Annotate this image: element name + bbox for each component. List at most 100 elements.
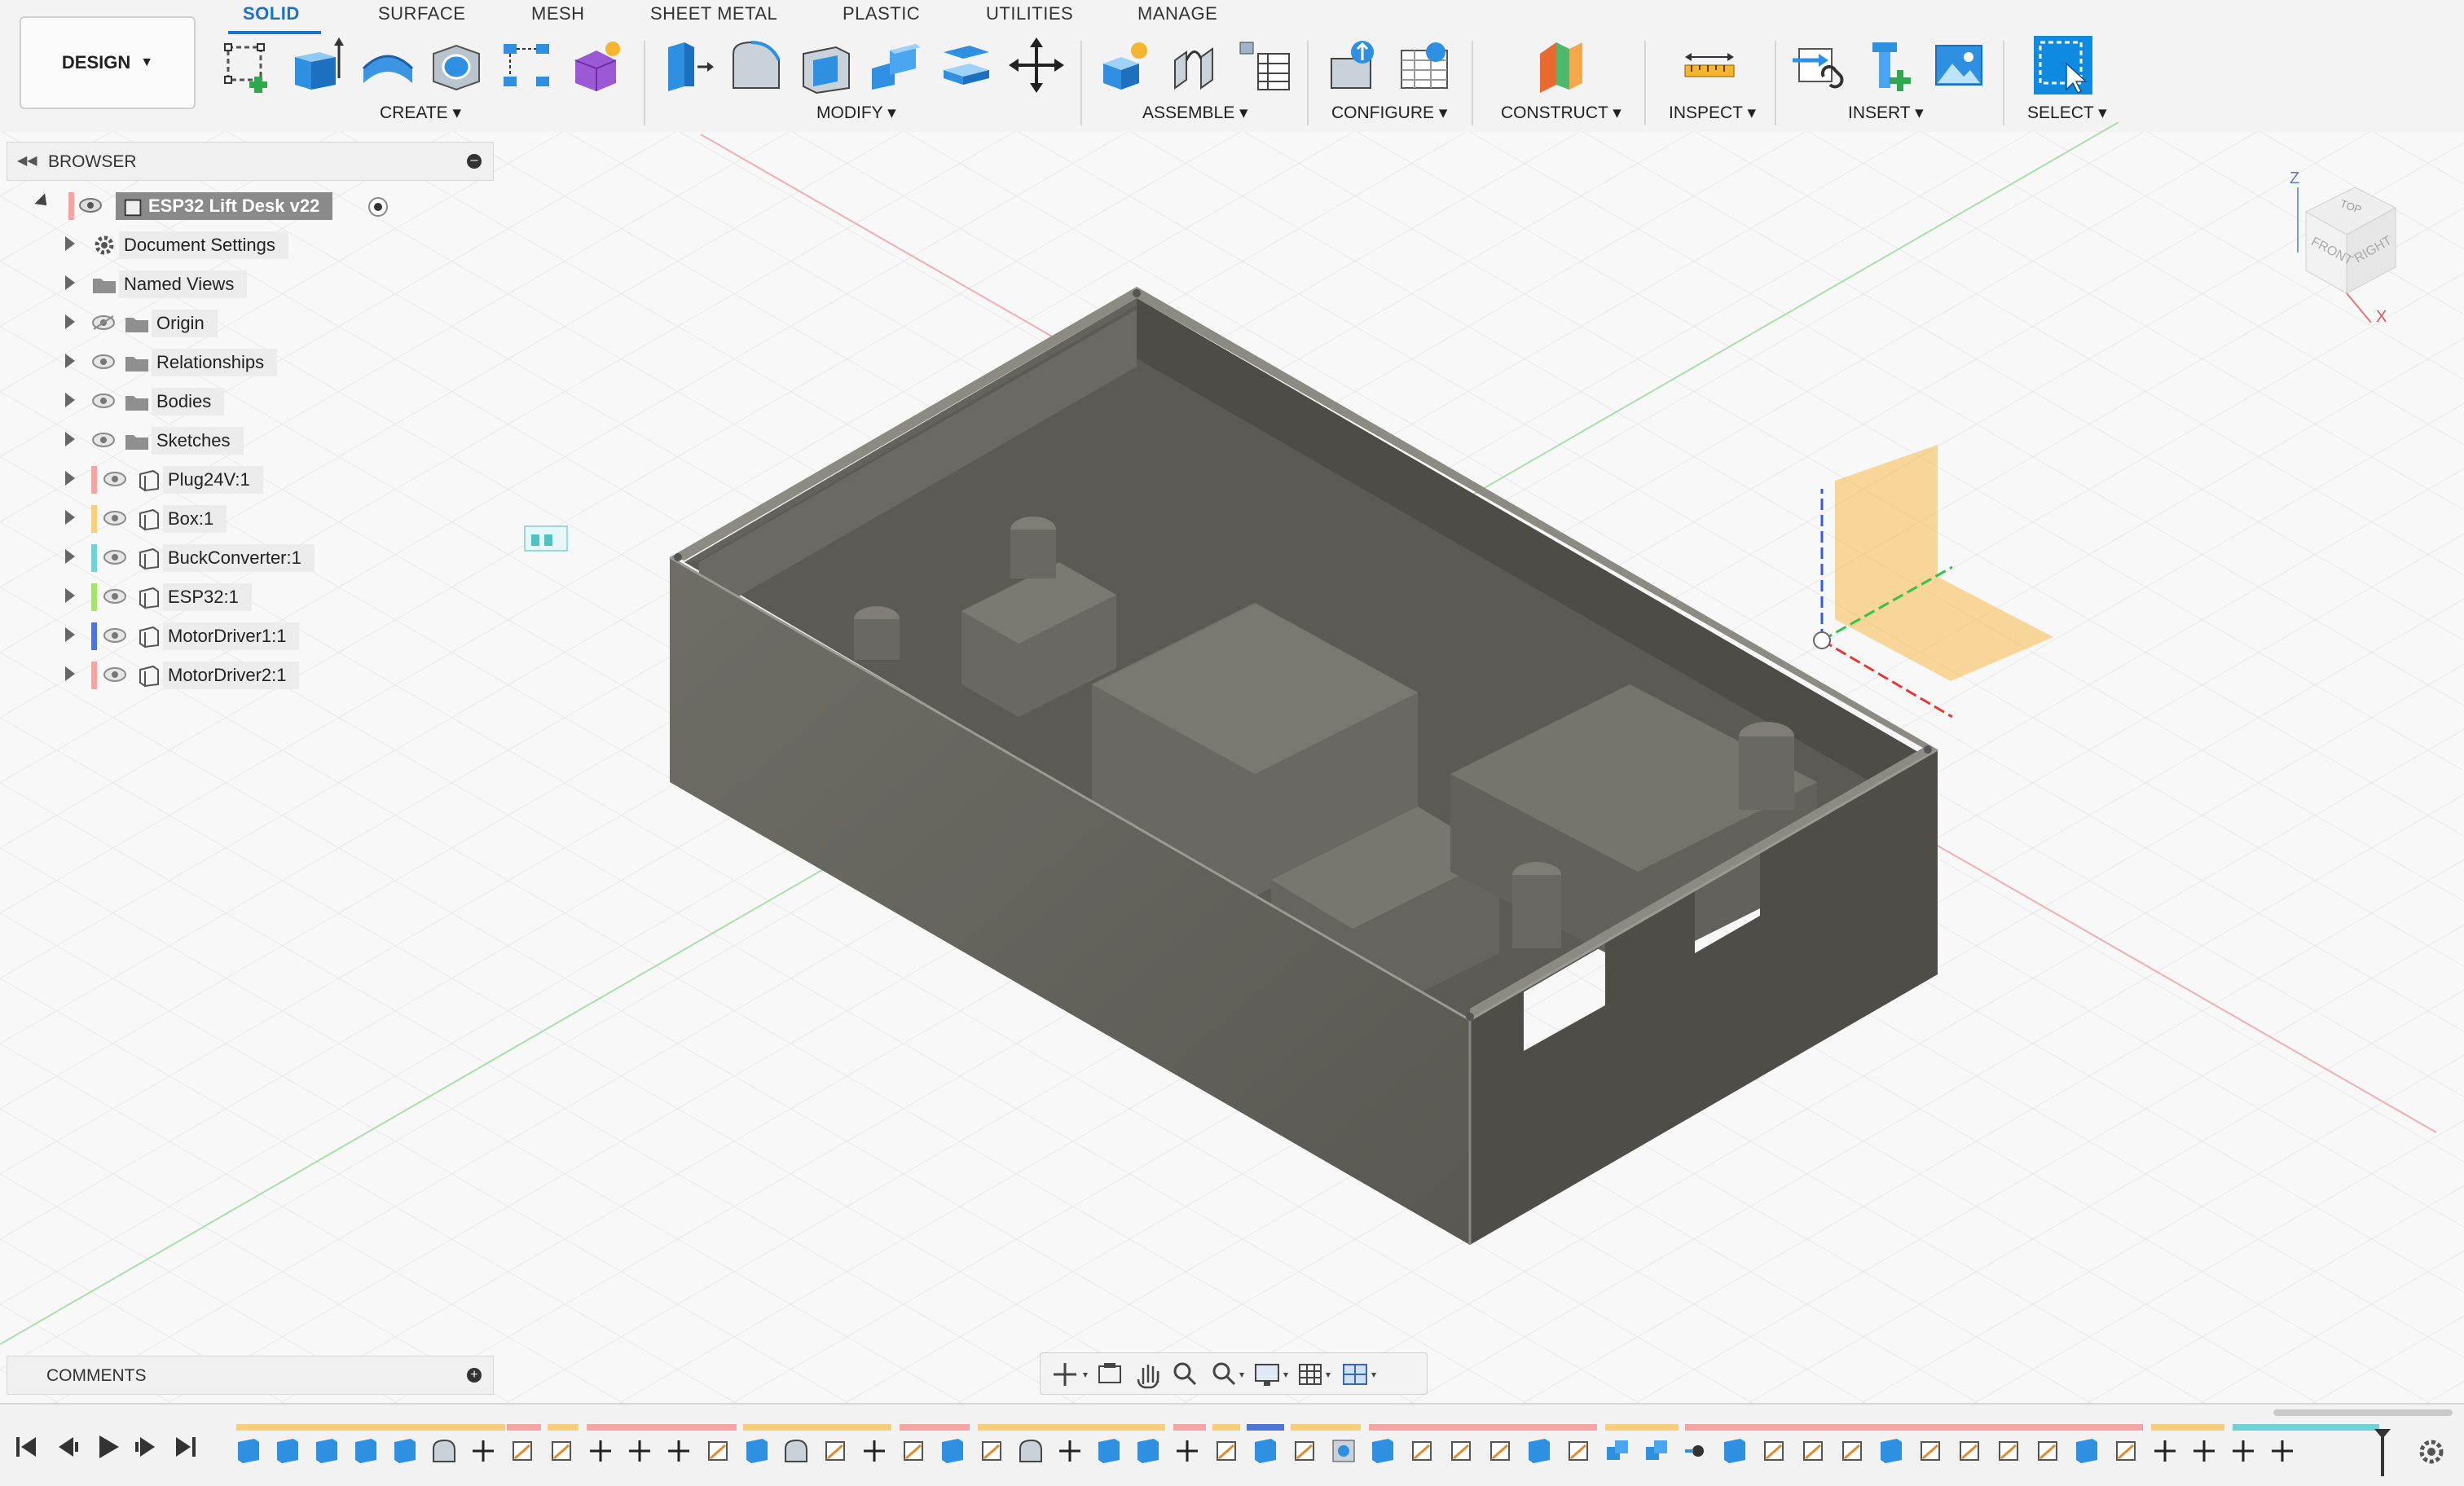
timeline-feature-move-icon[interactable] — [2233, 1440, 2254, 1462]
timeline-feature-move-icon[interactable] — [668, 1440, 689, 1462]
timeline-settings-icon[interactable] — [2419, 1440, 2444, 1464]
browser-item[interactable]: Box:1 — [0, 502, 489, 534]
timeline-feature-sketch-icon[interactable] — [1921, 1441, 1940, 1461]
timeline-feature-sketch-icon[interactable] — [1569, 1441, 1588, 1461]
timeline-feature-sketch-icon[interactable] — [825, 1441, 845, 1461]
timeline-feature-sketch-icon[interactable] — [1451, 1441, 1471, 1461]
timeline-feature-sketch-icon[interactable] — [513, 1441, 532, 1461]
browser-item-label[interactable]: Bodies — [152, 388, 225, 415]
go-to-end-icon[interactable] — [176, 1437, 196, 1457]
comments-panel[interactable]: COMMENTS + — [7, 1356, 494, 1395]
timeline-feature-sketch-icon[interactable] — [982, 1441, 1001, 1461]
expand-triangle-icon[interactable] — [65, 354, 75, 368]
expand-triangle-icon[interactable] — [65, 666, 75, 681]
timeline-feature-sketch-icon[interactable] — [1764, 1441, 1784, 1461]
timeline-feature-joint-icon[interactable] — [1685, 1445, 1704, 1457]
timeline-feature-sketch-icon[interactable] — [1842, 1441, 1862, 1461]
timeline-features[interactable] — [236, 1424, 2379, 1463]
expand-triangle-icon[interactable] — [65, 275, 75, 290]
browser-item-label[interactable]: Sketches — [152, 427, 244, 455]
timeline-feature-extrude-icon[interactable] — [1724, 1439, 1745, 1463]
sketch-palette-marker[interactable] — [524, 525, 568, 552]
browser-item[interactable]: Origin — [0, 306, 489, 339]
viewcube[interactable]: TOP FRONT RIGHT Z X — [2273, 163, 2412, 334]
visibility-eye-icon[interactable] — [103, 666, 127, 683]
expand-triangle-icon[interactable] — [65, 314, 75, 329]
timeline-feature-sketch-icon[interactable] — [1960, 1441, 1979, 1461]
visibility-eye-icon[interactable] — [103, 510, 127, 526]
timeline-feature-sketch-icon[interactable] — [708, 1441, 728, 1461]
timeline-feature-move-icon[interactable] — [1059, 1440, 1080, 1462]
visibility-eye-icon[interactable] — [91, 432, 116, 448]
timeline-feature-sketch-icon[interactable] — [1217, 1441, 1236, 1461]
browser-item[interactable]: Relationships — [0, 345, 489, 378]
timeline-feature-extrude-icon[interactable] — [1529, 1439, 1550, 1463]
timeline-feature-fillet-icon[interactable] — [433, 1439, 455, 1462]
timeline-feature-move-icon[interactable] — [590, 1440, 611, 1462]
step-back-icon[interactable] — [59, 1437, 78, 1457]
timeline-feature-sketch-icon[interactable] — [904, 1441, 923, 1461]
timeline-feature-sketch-icon[interactable] — [2116, 1441, 2136, 1461]
timeline-feature-sketch-icon[interactable] — [1803, 1441, 1823, 1461]
pan-icon[interactable] — [1137, 1365, 1159, 1389]
timeline-feature-move-icon[interactable] — [629, 1440, 650, 1462]
browser-panel-header[interactable]: ◀◀ BROWSER – — [7, 142, 494, 181]
step-forward-icon[interactable] — [135, 1437, 155, 1457]
browser-root-label[interactable]: ESP32 Lift Desk v22 — [116, 192, 333, 220]
timeline-feature-extrude-icon[interactable] — [355, 1439, 376, 1463]
play-icon[interactable] — [99, 1435, 119, 1458]
timeline-feature-combine-icon[interactable] — [1646, 1440, 1667, 1460]
browser-item[interactable]: Plug24V:1 — [0, 463, 489, 495]
timeline-feature-sketch-icon[interactable] — [552, 1441, 571, 1461]
visibility-eye-icon[interactable] — [103, 549, 127, 565]
timeline-feature-extrude-icon[interactable] — [277, 1439, 298, 1463]
timeline-feature-sketch-icon[interactable] — [1295, 1441, 1314, 1461]
browser-item[interactable]: Sketches — [0, 424, 489, 456]
visibility-eye-icon[interactable] — [78, 197, 103, 213]
viewports-icon[interactable] — [1343, 1364, 1376, 1385]
timeline-feature-extrude-icon[interactable] — [1255, 1439, 1276, 1463]
display-settings-icon[interactable] — [1255, 1364, 1288, 1386]
timeline-feature-extrude-icon[interactable] — [746, 1439, 768, 1463]
browser-item-label[interactable]: MotorDriver2:1 — [163, 662, 300, 689]
expand-triangle-icon[interactable] — [65, 432, 75, 446]
timeline-feature-extrude-icon[interactable] — [1098, 1439, 1120, 1463]
timeline-feature-extrude-icon[interactable] — [942, 1439, 963, 1463]
timeline-feature-move-icon[interactable] — [2154, 1440, 2176, 1462]
timeline-feature-combine-icon[interactable] — [1607, 1440, 1628, 1460]
timeline-feature-fillet-icon[interactable] — [1019, 1439, 1042, 1462]
browser-item[interactable]: Named Views — [0, 267, 489, 300]
browser-item-label[interactable]: MotorDriver1:1 — [163, 622, 300, 650]
zoom-icon[interactable] — [1173, 1362, 1197, 1386]
visibility-eye-icon[interactable] — [91, 354, 116, 370]
zoom-window-icon[interactable] — [1212, 1362, 1244, 1386]
browser-item[interactable]: BuckConverter:1 — [0, 541, 489, 574]
expand-triangle-icon[interactable] — [65, 471, 75, 486]
timeline-feature-hole-icon[interactable] — [1332, 1440, 1355, 1462]
timeline-feature-extrude-icon[interactable] — [316, 1439, 337, 1463]
timeline-feature-move-icon[interactable] — [2193, 1440, 2215, 1462]
collapse-panel-icon[interactable]: ◀◀ — [17, 152, 37, 169]
timeline-feature-extrude-icon[interactable] — [1137, 1439, 1159, 1463]
browser-item-label[interactable]: Box:1 — [163, 505, 227, 533]
expand-triangle-icon[interactable] — [65, 510, 75, 525]
browser-item-label[interactable]: Relationships — [152, 349, 278, 376]
timeline-marker[interactable] — [2374, 1429, 2391, 1476]
timeline-feature-extrude-icon[interactable] — [1881, 1439, 1902, 1463]
visibility-eye-icon[interactable] — [103, 588, 127, 605]
expanded-triangle-icon[interactable] — [34, 193, 52, 211]
timeline-feature-sketch-icon[interactable] — [1490, 1441, 1510, 1461]
timeline-feature-sketch-icon[interactable] — [1412, 1441, 1432, 1461]
browser-item[interactable]: Document Settings — [0, 228, 489, 261]
timeline-feature-move-icon[interactable] — [864, 1440, 885, 1462]
browser-item-label[interactable]: ESP32:1 — [163, 583, 252, 611]
browser-root-row[interactable]: ESP32 Lift Desk v22 — [33, 189, 416, 222]
expand-triangle-icon[interactable] — [65, 588, 75, 603]
browser-item[interactable]: MotorDriver1:1 — [0, 619, 489, 652]
timeline-feature-sketch-icon[interactable] — [1999, 1441, 2018, 1461]
timeline-feature-extrude-icon[interactable] — [238, 1439, 259, 1463]
minimize-panel-icon[interactable]: – — [467, 154, 482, 169]
timeline-feature-extrude-icon[interactable] — [2076, 1439, 2097, 1463]
expand-triangle-icon[interactable] — [65, 627, 75, 642]
hidden-eye-icon[interactable] — [91, 314, 116, 331]
